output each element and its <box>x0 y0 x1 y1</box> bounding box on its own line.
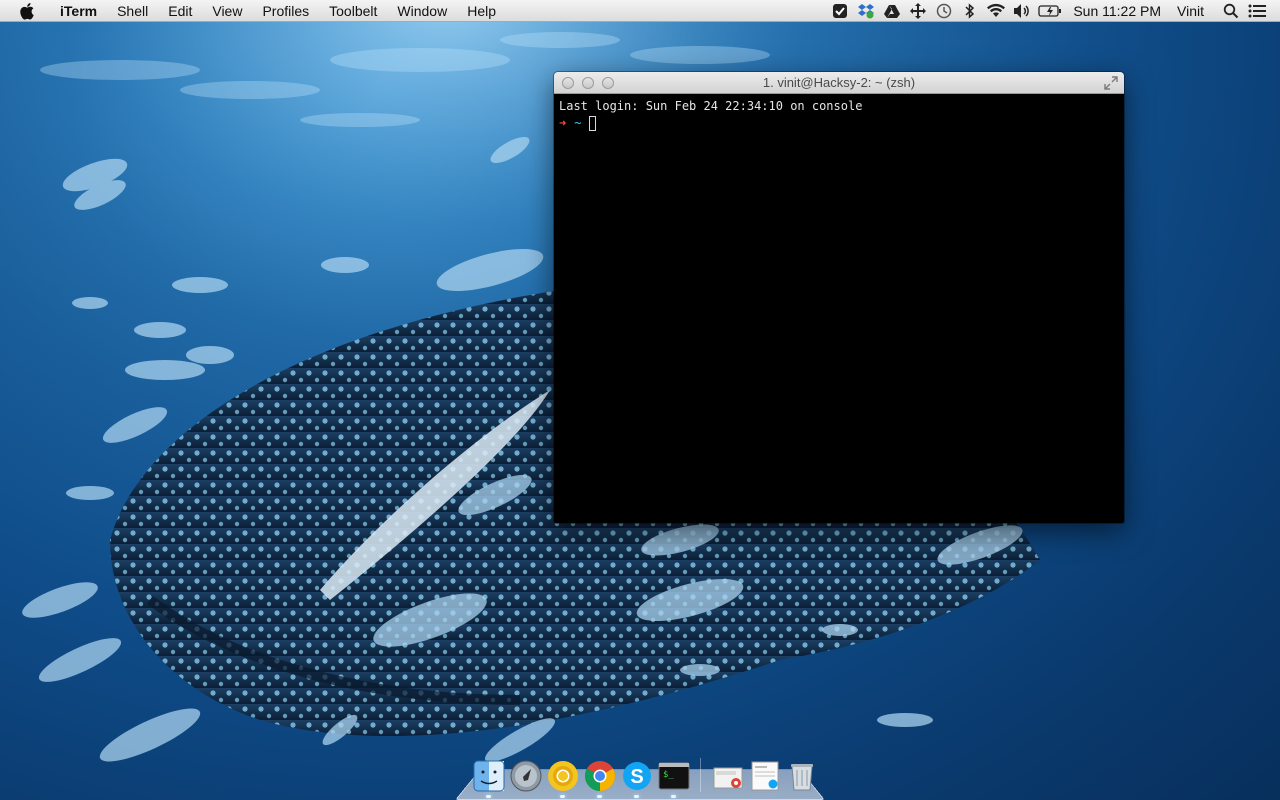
running-indicator <box>670 795 676 798</box>
menu-profiles[interactable]: Profiles <box>252 0 319 22</box>
skype-icon[interactable]: S <box>621 760 653 798</box>
running-indicator <box>559 795 565 798</box>
menu-view[interactable]: View <box>202 0 252 22</box>
dock: S $_ <box>470 756 820 798</box>
running-indicator <box>596 795 602 798</box>
menu-edit[interactable]: Edit <box>158 0 202 22</box>
svg-text:S: S <box>630 766 643 788</box>
notification-center-icon[interactable] <box>1246 0 1268 22</box>
fullscreen-icon[interactable] <box>1104 76 1118 90</box>
text-cursor <box>589 116 597 131</box>
google-drive-icon[interactable] <box>881 0 903 22</box>
menu-help[interactable]: Help <box>457 0 506 22</box>
finder-icon[interactable] <box>473 760 505 798</box>
documents-stack-icon[interactable] <box>749 760 781 792</box>
volume-icon[interactable] <box>1011 0 1033 22</box>
prompt-directory: ~ <box>574 116 582 130</box>
spotlight-search-icon[interactable] <box>1220 0 1242 22</box>
time-machine-icon[interactable] <box>933 0 955 22</box>
menu-window[interactable]: Window <box>387 0 457 22</box>
menu-shell[interactable]: Shell <box>107 0 158 22</box>
running-indicator <box>633 795 639 798</box>
wifi-icon[interactable] <box>985 0 1007 22</box>
dropbox-icon[interactable] <box>855 0 877 22</box>
trash-icon[interactable] <box>786 760 818 792</box>
status-area: Sun 11:22 PM Vinit <box>827 0 1280 22</box>
iterm-window[interactable]: 1. vinit@Hacksy-2: ~ (zsh) Last login: S… <box>554 72 1124 523</box>
menu-toolbelt[interactable]: Toolbelt <box>319 0 387 22</box>
prompt-line: ➜ ~ <box>559 115 1119 132</box>
menubar-user[interactable]: Vinit <box>1169 0 1212 22</box>
apple-menu-icon[interactable] <box>18 1 38 21</box>
dock-separator <box>700 758 701 792</box>
chrome-icon[interactable] <box>584 760 616 798</box>
menubar-clock[interactable]: Sun 11:22 PM <box>1065 0 1169 22</box>
app-menu-iterm[interactable]: iTerm <box>50 0 107 22</box>
move-icon[interactable] <box>907 0 929 22</box>
launchpad-icon[interactable] <box>510 760 542 792</box>
terminal-icon[interactable]: $_ <box>658 760 690 798</box>
last-login-line: Last login: Sun Feb 24 22:34:10 on conso… <box>559 99 863 113</box>
prompt-arrow-icon: ➜ <box>559 116 567 130</box>
battery-icon[interactable] <box>1037 0 1063 22</box>
downloads-stack-icon[interactable] <box>712 760 744 792</box>
evernote-icon[interactable] <box>829 0 851 22</box>
svg-text:$_: $_ <box>663 770 674 780</box>
window-titlebar[interactable]: 1. vinit@Hacksy-2: ~ (zsh) <box>554 72 1124 94</box>
terminal-output[interactable]: Last login: Sun Feb 24 22:34:10 on conso… <box>554 94 1124 523</box>
bluetooth-icon[interactable] <box>959 0 981 22</box>
chrome-canary-icon[interactable] <box>547 760 579 798</box>
running-indicator <box>485 795 491 798</box>
menu-bar: iTerm Shell Edit View Profiles Toolbelt … <box>0 0 1280 22</box>
window-title: 1. vinit@Hacksy-2: ~ (zsh) <box>762 75 916 90</box>
